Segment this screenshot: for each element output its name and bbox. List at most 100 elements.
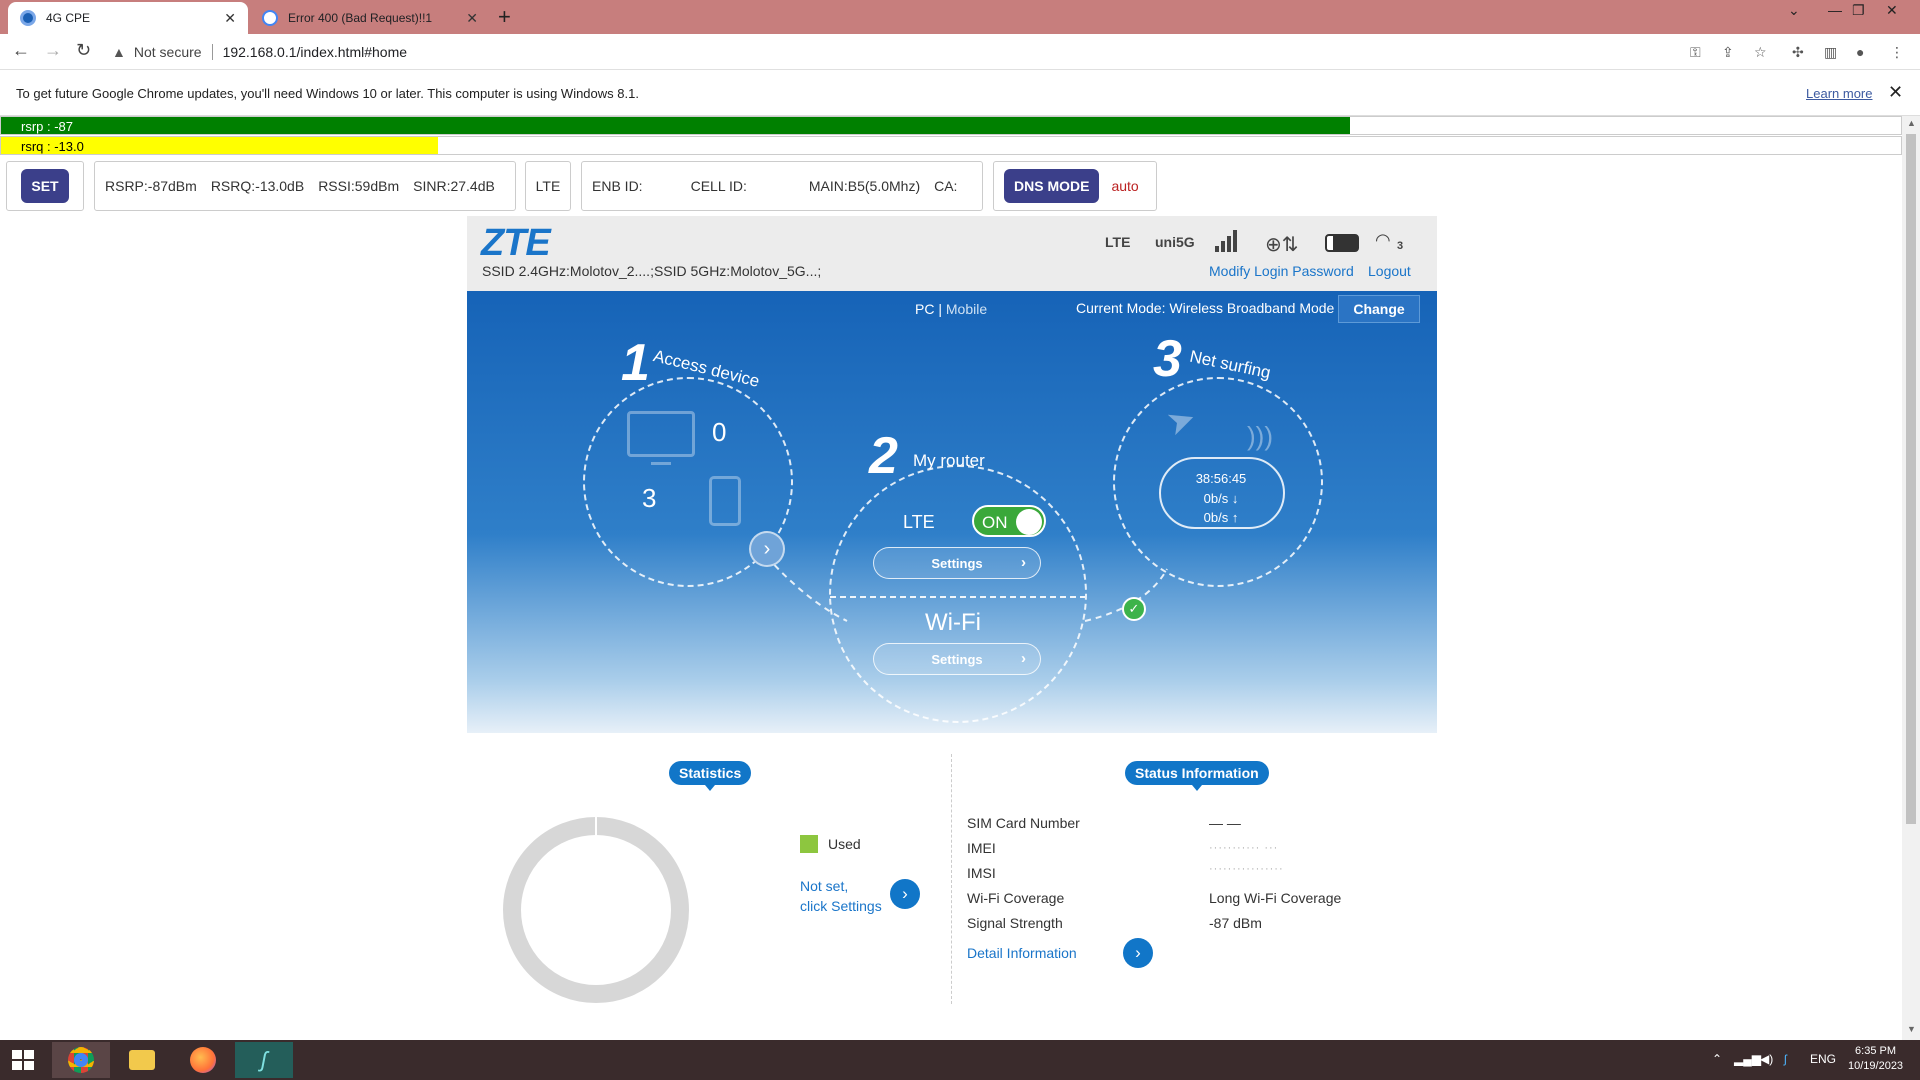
browser-toolbar: ← → ↻ ▲ Not secure 192.168.0.1/index.htm… (0, 34, 1920, 70)
new-tab-icon[interactable]: + (498, 4, 511, 30)
download-speed: 0b/s ↓ (1203, 491, 1239, 506)
rsrq-label: rsrq : -13.0 (21, 139, 84, 154)
restore-icon[interactable]: ❐ (1852, 2, 1865, 19)
learn-more-link[interactable]: Learn more (1806, 86, 1872, 101)
upload-speed: 0b/s ↑ (1203, 510, 1239, 525)
taskbar-app[interactable]: ʃ (235, 1042, 293, 1078)
wifi-coverage-label: Wi-Fi Coverage (967, 890, 1065, 906)
cell-ids-box: ENB ID: CELL ID: MAIN:B5(5.0Mhz) CA: (581, 161, 983, 211)
step-1-number: 1 (621, 334, 650, 392)
extensions-icon[interactable]: ✣ (1792, 44, 1804, 61)
rsrp-value: RSRP:-87dBm (105, 178, 197, 194)
system-clock[interactable]: 6:35 PM 10/19/2023 (1848, 1044, 1903, 1074)
url-text: 192.168.0.1/index.html#home (222, 44, 408, 60)
detail-information-link[interactable]: Detail Information (967, 945, 1077, 961)
address-bar[interactable]: ▲ Not secure 192.168.0.1/index.html#home (112, 38, 1692, 66)
close-infobar-icon[interactable]: ✕ (1888, 82, 1903, 103)
ca-info: CA: (934, 178, 958, 194)
tab-error-400[interactable]: Error 400 (Bad Request)!!1 ✕ (250, 2, 490, 34)
rsrq-value: RSRQ:-13.0dB (210, 178, 305, 194)
scroll-up-icon[interactable]: ▲ (1907, 118, 1916, 128)
not-set-link[interactable]: Not set, click Settings (800, 876, 882, 916)
statistics-settings-chevron-icon[interactable]: › (890, 879, 920, 909)
network-type: LTE (535, 178, 561, 194)
step-2-number: 2 (869, 427, 898, 485)
signal-strength-value: -87 dBm (1209, 915, 1262, 931)
clock-date: 10/19/2023 (1848, 1060, 1904, 1072)
tab-search-icon[interactable]: ⌄ (1788, 2, 1800, 19)
logout-link[interactable]: Logout (1368, 263, 1411, 279)
rsrq-bar: rsrq : -13.0 (0, 136, 1902, 155)
taskbar-file-explorer[interactable] (113, 1042, 171, 1078)
app-tray-icon[interactable]: ʃ (1784, 1052, 1787, 1066)
modify-password-link[interactable]: Modify Login Password (1209, 263, 1354, 279)
operator-name: uni5G (1155, 234, 1195, 250)
volume-tray-icon[interactable]: ◀) (1760, 1052, 1773, 1066)
minimize-icon[interactable]: — (1828, 2, 1842, 18)
used-legend-swatch (800, 835, 818, 853)
cell-id: CELL ID: (690, 178, 747, 194)
profile-icon[interactable]: ● (1856, 44, 1864, 60)
tab-4g-cpe[interactable]: 4G CPE ✕ (8, 2, 248, 34)
zte-logo: ZTE (481, 222, 551, 264)
side-panel-icon[interactable]: ▥ (1824, 44, 1837, 61)
lte-toggle-state: ON (982, 513, 1008, 532)
security-status: Not secure (133, 44, 202, 60)
taskbar-firefox[interactable] (174, 1042, 232, 1078)
close-tab-icon[interactable]: ✕ (466, 10, 478, 27)
statistics-badge: Statistics (669, 761, 752, 791)
tab-title: Error 400 (Bad Request)!!1 (288, 11, 433, 25)
wifi-icon: ◠ (1375, 230, 1391, 250)
reload-icon[interactable]: ↻ (76, 40, 91, 61)
wifi-settings-button[interactable]: Settings › (873, 643, 1041, 675)
dns-mode-value: auto (1111, 178, 1139, 194)
close-tab-icon[interactable]: ✕ (224, 10, 236, 27)
scroll-down-icon[interactable]: ▼ (1907, 1024, 1916, 1034)
set-button[interactable]: SET (21, 169, 69, 203)
bookmark-star-icon[interactable]: ☆ (1754, 44, 1767, 61)
mobile-phone-icon (709, 476, 741, 526)
monitor-icon (627, 411, 695, 457)
scroll-thumb[interactable] (1906, 134, 1916, 824)
forward-icon[interactable]: → (44, 40, 62, 61)
app-s-icon: ʃ (260, 1047, 268, 1072)
main-band: MAIN:B5(5.0Mhz) (808, 178, 921, 194)
tray-expand-icon[interactable]: ⌃ (1712, 1052, 1722, 1066)
connected-check-icon: ✓ (1122, 597, 1146, 621)
signal-waves-icon: ))) (1247, 421, 1273, 451)
wireless-device-count: 3 (642, 483, 657, 513)
chevron-right-icon: › (1021, 554, 1026, 571)
signal-metrics-box: RSRP:-87dBm RSRQ:-13.0dB RSSI:59dBm SINR… (94, 161, 516, 211)
share-icon[interactable]: ⇪ (1722, 44, 1734, 61)
network-type-indicator: LTE (1105, 234, 1131, 250)
step-3-number: 3 (1153, 330, 1182, 388)
lte-settings-button[interactable]: Settings › (873, 547, 1041, 579)
section-divider (951, 754, 952, 1004)
menu-icon[interactable]: ⋮ (1890, 44, 1904, 61)
lte-toggle[interactable]: ON (972, 505, 1046, 537)
sim-card-number-value: — — (1209, 815, 1241, 831)
detail-information-chevron-icon[interactable]: › (1123, 938, 1153, 968)
router-dashboard: PC | Mobile Current Mode: Wireless Broad… (467, 291, 1437, 733)
taskbar-chrome[interactable] (52, 1042, 110, 1078)
device-list-chevron-icon[interactable]: › (749, 531, 785, 567)
key-icon[interactable]: ⚿ (1690, 44, 1701, 61)
dns-mode-button[interactable]: DNS MODE (1004, 169, 1100, 203)
set-box: SET (6, 161, 84, 211)
windows-taskbar: ʃ ⌃ ▂▄▆ ◀) ʃ ENG 6:35 PM 10/19/2023 (0, 1040, 1920, 1080)
firefox-icon (190, 1047, 216, 1073)
back-icon[interactable]: ← (12, 40, 30, 61)
folder-icon (129, 1050, 155, 1070)
windows-start-icon[interactable] (12, 1050, 34, 1070)
imei-value: ··········· ··· (1209, 842, 1279, 854)
clock-time: 6:35 PM (1855, 1045, 1897, 1057)
router-header: ZTE SSID 2.4GHz:Molotov_2....;SSID 5GHz:… (467, 216, 1437, 291)
close-window-icon[interactable]: ✕ (1886, 2, 1898, 19)
network-tray-icon[interactable]: ▂▄▆ (1734, 1052, 1761, 1066)
status-info-badge: Status Information (1125, 761, 1269, 791)
language-indicator[interactable]: ENG (1810, 1052, 1836, 1066)
page-scrollbar[interactable]: ▲ ▼ (1902, 116, 1920, 1040)
rsrp-label: rsrp : -87 (21, 119, 74, 134)
tab-title: 4G CPE (46, 11, 91, 25)
enb-id: ENB ID: (592, 178, 643, 194)
